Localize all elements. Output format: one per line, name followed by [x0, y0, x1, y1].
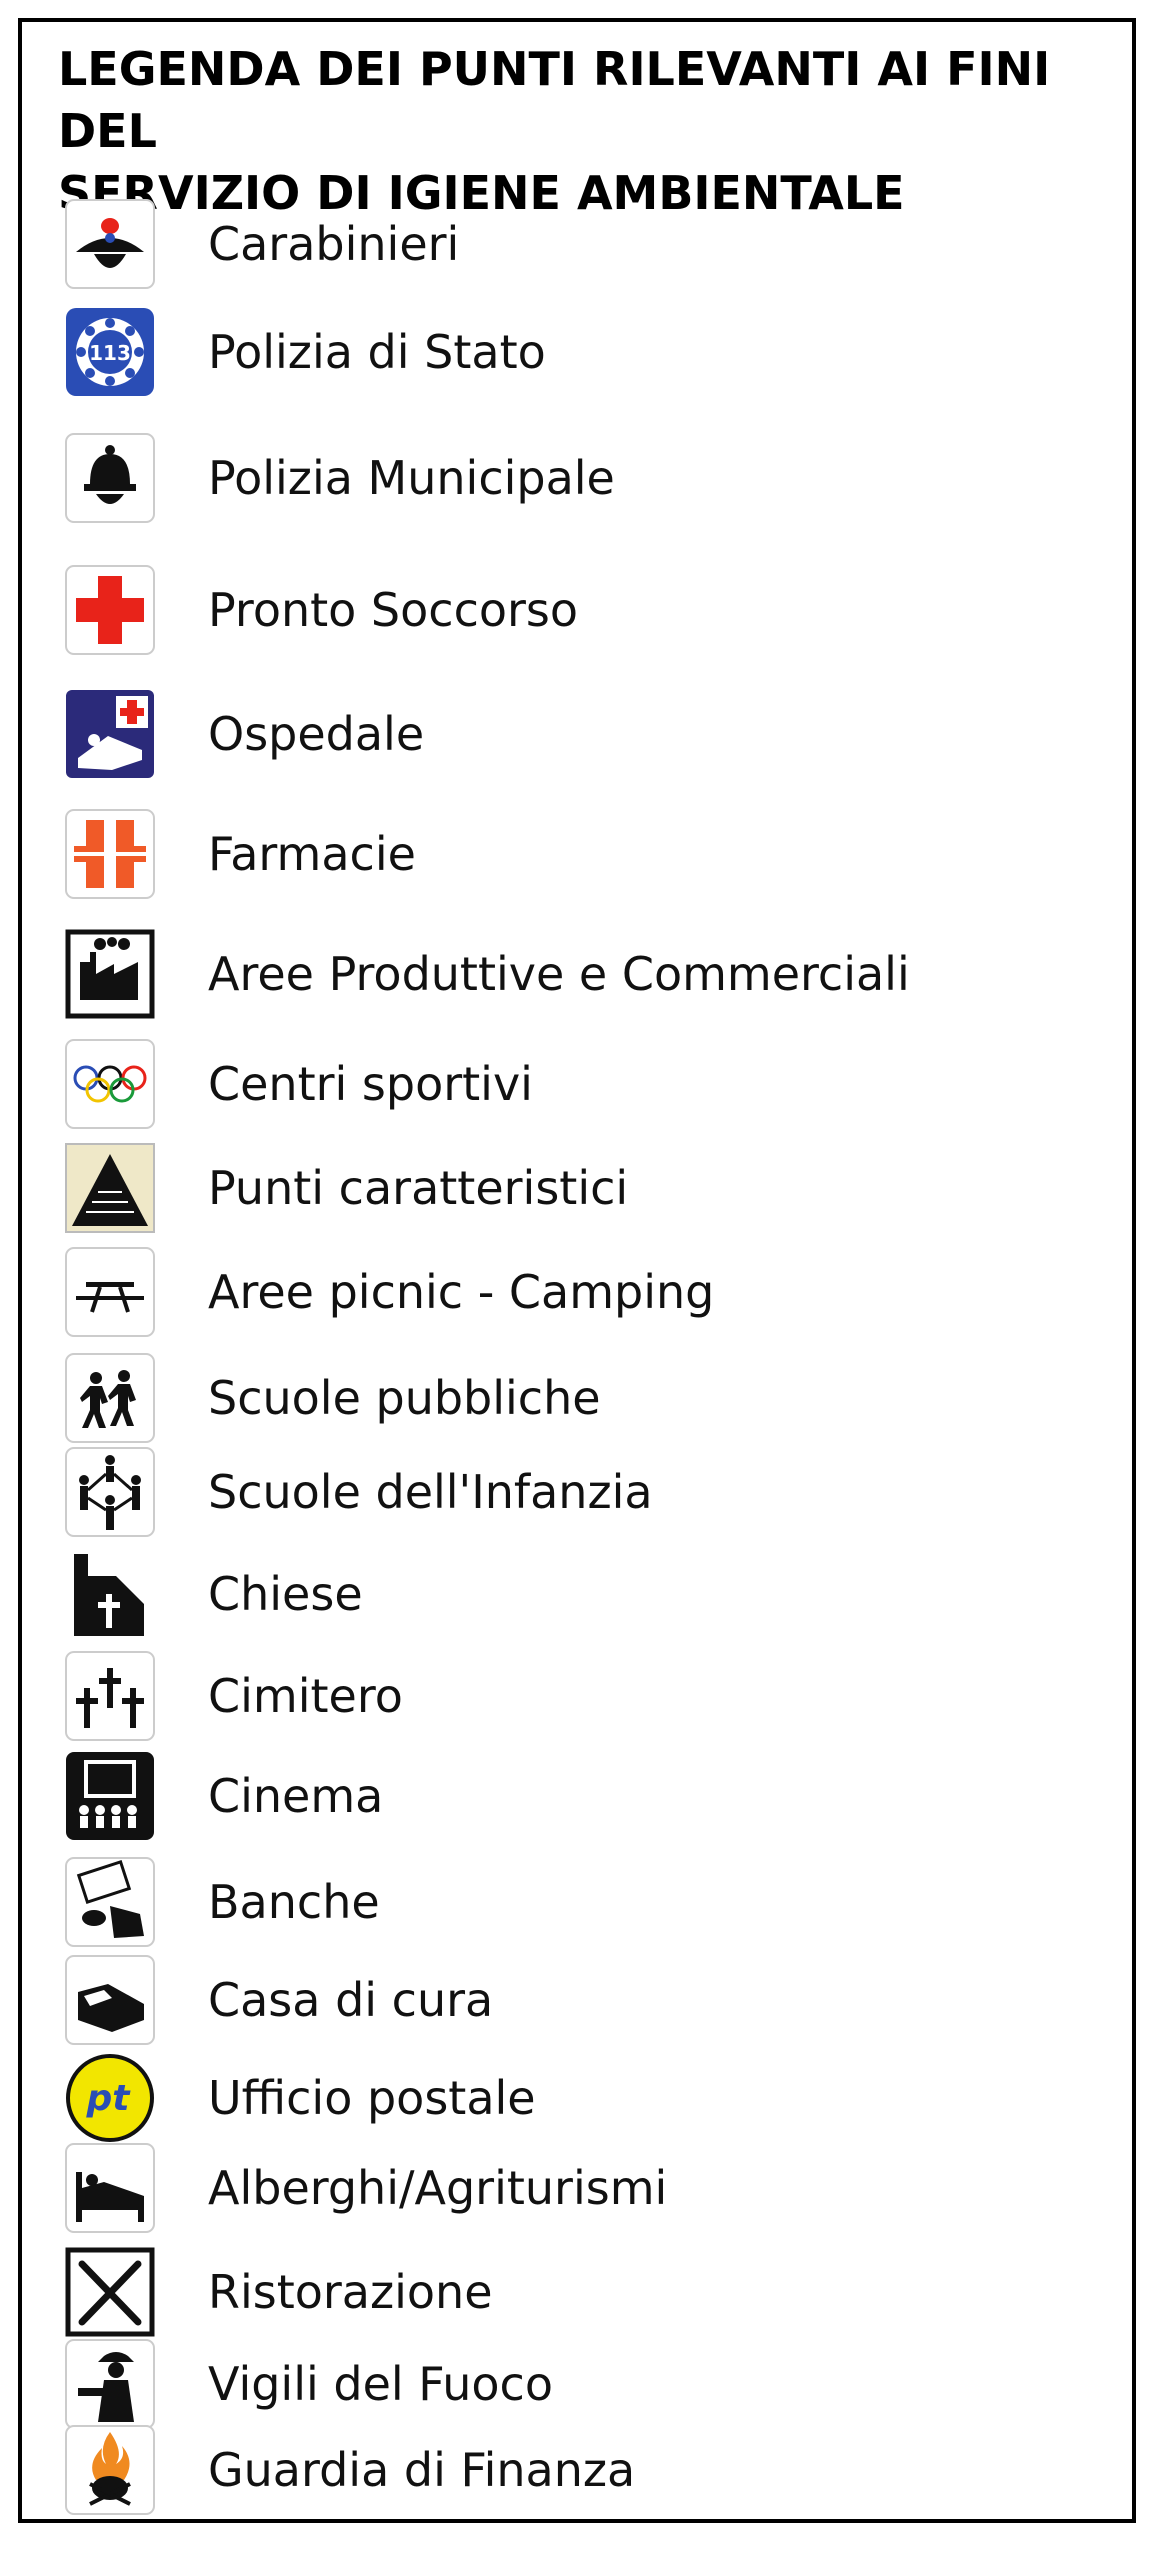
polizia-municipale-helmet-icon: [64, 432, 156, 524]
legend-item-label: Alberghi/Agriturismi: [208, 2161, 668, 2215]
legend-item-label: Banche: [208, 1875, 380, 1929]
mountain-icon: [64, 1142, 156, 1234]
legend-item-casa-di-cura: Casa di cura: [0, 1954, 1110, 2046]
legend-item-label: Farmacie: [208, 827, 416, 881]
nursing-home-bed-icon: [64, 1954, 156, 2046]
legend-item-label: Aree picnic - Camping: [208, 1265, 715, 1319]
legend-item-scuole-pubbliche: Scuole pubbliche: [0, 1352, 1110, 1444]
legend-item-label: Pronto Soccorso: [208, 583, 579, 637]
legend-item-label: Cimitero: [208, 1669, 403, 1723]
bank-money-icon: [64, 1856, 156, 1948]
legend-item-chiese: Chiese: [0, 1548, 1110, 1640]
svg-text:113: 113: [89, 341, 131, 365]
kindergarten-icon: [64, 1446, 156, 1538]
hotel-bed-icon: [64, 2142, 156, 2234]
legend-item-label: Guardia di Finanza: [208, 2443, 636, 2497]
legend-item-label: Scuole pubbliche: [208, 1371, 601, 1425]
olympic-rings-icon: [64, 1038, 156, 1130]
legend-item-aree-produttive: Aree Produttive e Commerciali: [0, 928, 1110, 1020]
legend-item-label: Polizia Municipale: [208, 451, 615, 505]
red-cross-icon: [64, 564, 156, 656]
legend-item-label: Casa di cura: [208, 1973, 494, 2027]
post-office-pt-icon: pt: [64, 2052, 156, 2144]
polizia-di-stato-113-icon: 113: [64, 306, 156, 398]
legend-item-label: Aree Produttive e Commerciali: [208, 947, 910, 1001]
legend-item-ristorazione: Ristorazione: [0, 2246, 1110, 2338]
legend-item-label: Centri sportivi: [208, 1057, 533, 1111]
factory-icon: [64, 928, 156, 1020]
legend-item-polizia-di-stato: 113 Polizia di Stato: [0, 306, 1110, 398]
legend-item-punti-caratteristici: Punti caratteristici: [0, 1142, 1110, 1234]
school-children-icon: [64, 1352, 156, 1444]
legend-item-guardia-di-finanza: Guardia di Finanza: [0, 2424, 1110, 2516]
pharmacy-cross-icon: [64, 808, 156, 900]
legend-item-label: Vigili del Fuoco: [208, 2357, 553, 2411]
cemetery-crosses-icon: [64, 1650, 156, 1742]
flame-emblem-icon: [64, 2424, 156, 2516]
legend-item-label: Chiese: [208, 1567, 363, 1621]
cinema-icon: [64, 1750, 156, 1842]
hospital-bed-icon: [64, 688, 156, 780]
legend-item-label: Ospedale: [208, 707, 425, 761]
picnic-table-icon: [64, 1246, 156, 1338]
church-icon: [64, 1548, 156, 1640]
legend-item-centri-sportivi: Centri sportivi: [0, 1038, 1110, 1130]
legend-item-ufficio-postale: pt Ufficio postale: [0, 2052, 1110, 2144]
legend-item-label: Punti caratteristici: [208, 1161, 629, 1215]
legend-item-alberghi: Alberghi/Agriturismi: [0, 2142, 1110, 2234]
legend-item-label: Polizia di Stato: [208, 325, 546, 379]
svg-text:pt: pt: [86, 2078, 132, 2119]
legend-item-label: Cinema: [208, 1769, 384, 1823]
legend-item-label: Carabinieri: [208, 217, 460, 271]
legend-item-label: Ristorazione: [208, 2265, 493, 2319]
carabinieri-icon: [64, 198, 156, 290]
legend-item-banche: Banche: [0, 1856, 1110, 1948]
legend-item-pronto-soccorso: Pronto Soccorso: [0, 564, 1110, 656]
legend-item-farmacie: Farmacie: [0, 808, 1110, 900]
legend-item-aree-picnic: Aree picnic - Camping: [0, 1246, 1110, 1338]
legend-item-vigili-del-fuoco: Vigili del Fuoco: [0, 2338, 1110, 2430]
fork-knife-icon: [64, 2246, 156, 2338]
legend-item-ospedale: Ospedale: [0, 688, 1110, 780]
legend-item-label: Ufficio postale: [208, 2071, 536, 2125]
legend-title: LEGENDA DEI PUNTI RILEVANTI AI FINI DEL …: [58, 42, 1051, 220]
legend-item-cimitero: Cimitero: [0, 1650, 1110, 1742]
legend-item-label: Scuole dell'Infanzia: [208, 1465, 653, 1519]
legend-item-polizia-municipale: Polizia Municipale: [0, 432, 1110, 524]
legend-item-carabinieri: Carabinieri: [0, 198, 1110, 290]
firefighter-icon: [64, 2338, 156, 2430]
legend-item-scuole-infanzia: Scuole dell'Infanzia: [0, 1446, 1110, 1538]
legend-item-cinema: Cinema: [0, 1750, 1110, 1842]
